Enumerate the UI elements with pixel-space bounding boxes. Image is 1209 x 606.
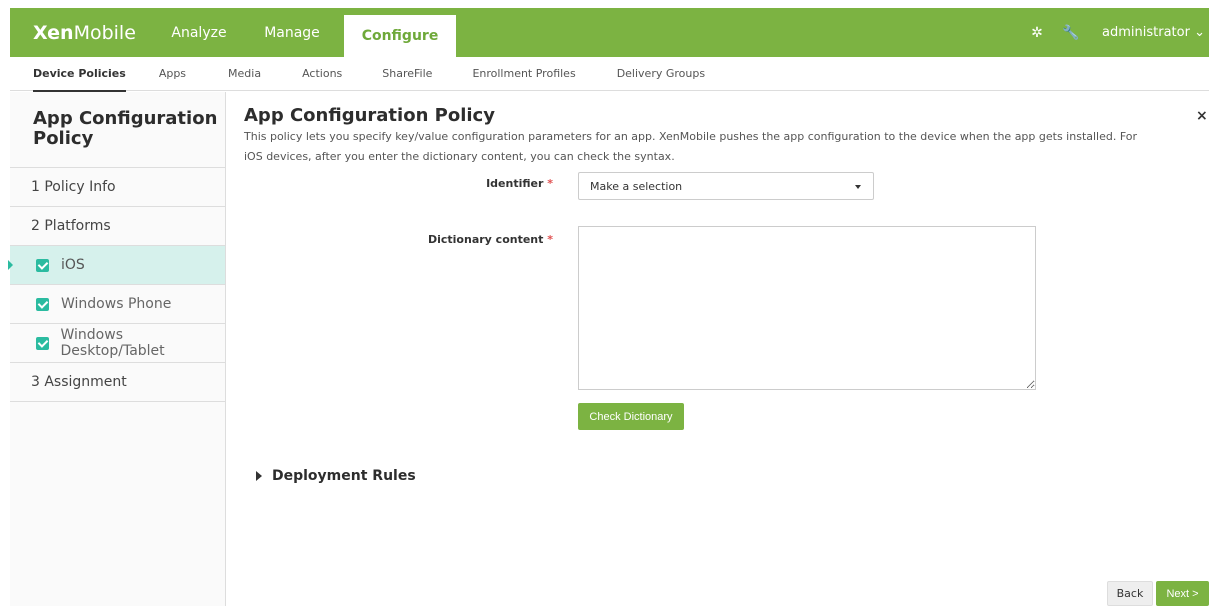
- platform-label: Windows Desktop/Tablet: [60, 327, 165, 359]
- dictionary-content-textarea[interactable]: [578, 226, 1036, 390]
- platform-ios[interactable]: iOS: [8, 246, 225, 285]
- page-description: This policy lets you specify key/value c…: [244, 130, 1138, 163]
- checkbox-checked-icon[interactable]: [36, 336, 49, 350]
- gear-icon[interactable]: ✲: [1020, 25, 1054, 41]
- checkbox-checked-icon[interactable]: [36, 258, 49, 272]
- required-marker: *: [547, 177, 553, 190]
- step-assignment[interactable]: 3 Assignment: [10, 363, 225, 402]
- top-right-tools: ✲ 🔧 administrator ⌄: [1020, 8, 1209, 57]
- sub-nav: Device Policies Apps Media Actions Share…: [10, 57, 1209, 92]
- active-marker-icon: [8, 260, 13, 270]
- subnav-apps[interactable]: Apps: [159, 57, 186, 91]
- caret-down-icon: [855, 185, 861, 189]
- next-button[interactable]: Next >: [1156, 581, 1209, 606]
- platform-label: Windows Phone: [61, 296, 172, 312]
- subnav-media[interactable]: Media: [228, 57, 261, 91]
- platform-windows-desktop-tablet[interactable]: Windows Desktop/Tablet: [10, 324, 225, 363]
- subnav-delivery-groups[interactable]: Delivery Groups: [617, 57, 705, 91]
- identifier-selected-value: Make a selection: [590, 179, 683, 193]
- back-button[interactable]: Back: [1107, 581, 1153, 606]
- user-menu[interactable]: administrator ⌄: [1088, 25, 1209, 40]
- page-title: App Configuration Policy: [244, 105, 495, 126]
- step-platforms[interactable]: 2 Platforms: [10, 207, 225, 246]
- close-icon[interactable]: ×: [1196, 108, 1208, 124]
- sidebar-title: App Configuration Policy: [10, 92, 225, 168]
- chevron-down-icon: ⌄: [1194, 25, 1205, 40]
- dictionary-label: Dictionary content *: [400, 233, 553, 246]
- subnav-enrollment-profiles[interactable]: Enrollment Profiles: [472, 57, 575, 91]
- tab-manage[interactable]: Manage: [240, 8, 344, 57]
- check-dictionary-button[interactable]: Check Dictionary: [578, 403, 684, 430]
- deployment-rules-label: Deployment Rules: [272, 468, 416, 484]
- platform-windows-phone[interactable]: Windows Phone: [10, 285, 225, 324]
- checkbox-checked-icon[interactable]: [36, 297, 49, 311]
- wrench-icon[interactable]: 🔧: [1054, 25, 1088, 41]
- logo-text: Mobile: [73, 21, 136, 44]
- identifier-label-text: Identifier: [486, 177, 544, 190]
- dictionary-label-text: Dictionary content: [427, 233, 544, 246]
- required-marker: *: [547, 233, 553, 246]
- step-policy-info[interactable]: 1 Policy Info: [10, 168, 225, 207]
- identifier-label: Identifier *: [440, 177, 553, 190]
- top-nav-bar: Xen Mobile Analyze Manage Configure ✲ 🔧 a…: [10, 8, 1209, 57]
- xenmobile-logo: Xen Mobile: [10, 8, 158, 57]
- wizard-sidebar: App Configuration Policy 1 Policy Info 2…: [8, 92, 226, 606]
- logo-text-bold: Xen: [33, 21, 74, 44]
- subnav-device-policies[interactable]: Device Policies: [33, 57, 126, 92]
- platform-label: iOS: [61, 257, 85, 273]
- identifier-select[interactable]: Make a selection: [578, 172, 874, 200]
- subnav-sharefile[interactable]: ShareFile: [382, 57, 432, 91]
- username: administrator: [1102, 25, 1190, 40]
- tab-analyze[interactable]: Analyze: [158, 8, 240, 57]
- tab-configure[interactable]: Configure: [344, 15, 456, 57]
- subnav-actions[interactable]: Actions: [302, 57, 342, 91]
- deployment-rules-toggle[interactable]: Deployment Rules: [256, 468, 416, 484]
- expand-triangle-icon: [256, 471, 262, 481]
